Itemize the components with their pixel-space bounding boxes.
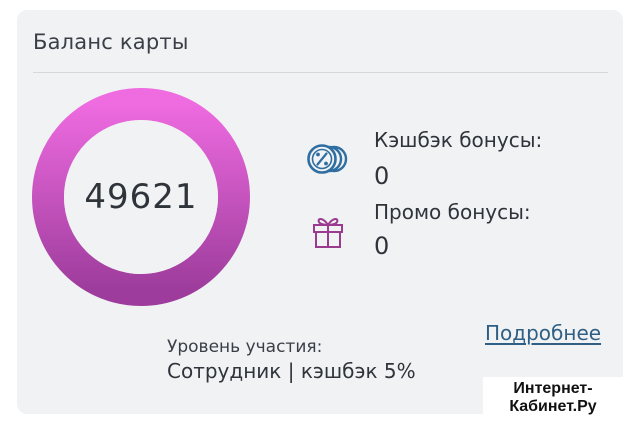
cashback-bonus-label: Кэшбэк бонусы:	[374, 128, 543, 152]
gift-icon	[313, 218, 343, 248]
watermark-logo: Интернет- Кабинет.Ру	[483, 377, 623, 419]
watermark-line-1: Интернет-	[513, 380, 593, 397]
balance-value: 49621	[84, 177, 198, 217]
watermark-line-2: Кабинет.Ру	[509, 398, 597, 415]
level-label: Уровень участия:	[167, 337, 323, 357]
card-title: Баланс карты	[33, 30, 189, 54]
cashback-bonus-value: 0	[374, 162, 390, 190]
percent-coins-icon	[307, 144, 348, 174]
details-link[interactable]: Подробнее	[485, 321, 601, 345]
divider	[33, 72, 608, 73]
promo-bonus-label: Промо бонусы:	[374, 200, 531, 224]
card-balance-panel: Баланс карты 49621 Кэшбэк бонусы: 0 Пром…	[17, 10, 623, 414]
promo-bonus-value: 0	[374, 232, 390, 260]
level-value: Сотрудник | кэшбэк 5%	[167, 359, 416, 383]
